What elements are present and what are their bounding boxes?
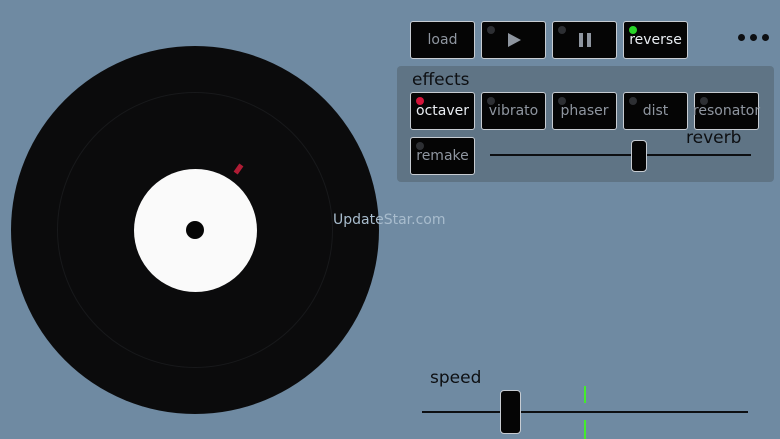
effect-resonator-button[interactable]: resonator <box>692 92 761 130</box>
effect-label: vibrato <box>488 103 539 119</box>
speed-label: speed <box>430 368 482 388</box>
pause-indicator-dot <box>558 26 566 34</box>
speed-reference-marker <box>584 386 586 403</box>
play-indicator-dot <box>487 26 495 34</box>
effect-label: dist <box>642 103 669 119</box>
spindle-hole <box>186 221 204 239</box>
effect-phaser-button[interactable]: phaser <box>552 92 617 130</box>
effect-label: octaver <box>416 103 469 119</box>
effect-vibrato-button[interactable]: vibrato <box>481 92 546 130</box>
reverb-slider-track[interactable] <box>490 154 751 156</box>
effect-label: resonator <box>692 103 761 119</box>
pause-icon <box>578 33 591 47</box>
resonator-indicator-dot <box>700 97 708 105</box>
effect-dist-button[interactable]: dist <box>623 92 688 130</box>
effect-label: phaser <box>560 103 609 119</box>
load-label: load <box>427 32 458 48</box>
dist-indicator-dot <box>629 97 637 105</box>
effect-octaver-button[interactable]: octaver <box>410 92 475 130</box>
watermark: UpdateStar.com <box>333 212 446 228</box>
effect-label: remake <box>416 148 469 164</box>
speed-slider-track[interactable] <box>422 411 748 413</box>
vibrato-indicator-dot <box>487 97 495 105</box>
pause-button[interactable] <box>552 21 617 59</box>
octaver-indicator-dot <box>416 97 424 105</box>
load-button[interactable]: load <box>410 21 475 59</box>
speed-slider-thumb[interactable] <box>500 390 522 434</box>
reverb-label: reverb <box>686 128 742 148</box>
phaser-indicator-dot <box>558 97 566 105</box>
reverb-slider-thumb[interactable] <box>630 140 647 172</box>
remake-indicator-dot <box>416 142 424 150</box>
reverse-button[interactable]: reverse <box>623 21 688 59</box>
play-icon <box>507 33 521 47</box>
effects-title: effects <box>412 70 470 90</box>
play-button[interactable] <box>481 21 546 59</box>
speed-reference-marker <box>584 420 586 439</box>
more-options-icon[interactable] <box>738 34 769 41</box>
reverse-label: reverse <box>629 32 682 48</box>
effect-remake-button[interactable]: remake <box>410 137 475 175</box>
reverse-indicator-dot <box>629 26 637 34</box>
